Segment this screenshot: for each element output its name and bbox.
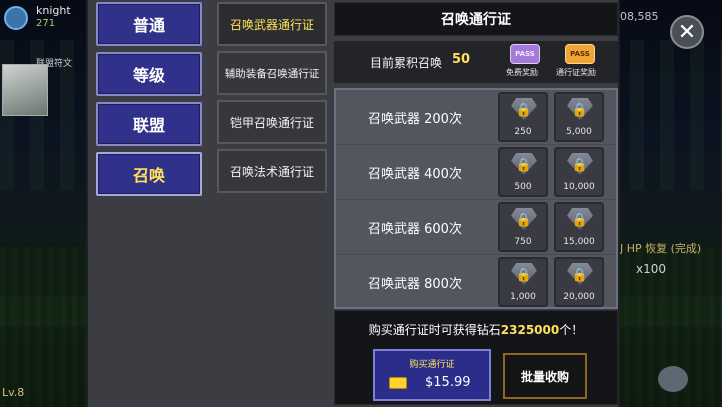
purchase-msg-suffix: 个！ bbox=[559, 323, 584, 337]
category-alliance[interactable]: 联盟 bbox=[96, 102, 202, 146]
milestone-label: 召唤武器 600次 bbox=[368, 222, 462, 237]
free-reward-slot[interactable]: 🔒 250 bbox=[498, 92, 548, 142]
pass-reward-slot[interactable]: 🔒 15,000 bbox=[554, 202, 604, 252]
paid-pass-icon: PASS bbox=[565, 44, 595, 64]
lock-icon: 🔒 bbox=[515, 267, 533, 283]
lock-icon: 🔒 bbox=[515, 212, 533, 228]
category-list: 普通 等级 联盟 召唤 bbox=[96, 2, 204, 202]
buy-pass-button[interactable]: 购买通行证 $15.99 bbox=[373, 349, 491, 401]
sub-armor-summon-pass[interactable]: 铠甲召唤通行证 bbox=[217, 100, 327, 144]
pass-reward-slot[interactable]: 🔒 20,000 bbox=[554, 257, 604, 307]
free-pass-icon: PASS bbox=[510, 44, 540, 64]
reward-row: 召唤武器 800次 🔒 1,000 🔒 20,000 bbox=[336, 255, 616, 307]
chat-icon[interactable] bbox=[658, 366, 688, 392]
purchase-section: 购买通行证时可获得钻石2325000个！ 购买通行证 $15.99 批量收购 bbox=[334, 310, 618, 405]
milestone-label: 召唤武器 200次 bbox=[368, 112, 462, 127]
summary-value: 50 bbox=[452, 52, 471, 67]
free-reward-slot[interactable]: 🔒 500 bbox=[498, 147, 548, 197]
purchase-msg-prefix: 购买通行证时可获得钻石 bbox=[368, 323, 501, 337]
player-name: knight bbox=[36, 4, 71, 17]
purchase-diamond-amount: 2325000 bbox=[500, 323, 560, 337]
sub-weapon-summon-pass[interactable]: 召唤武器通行证 bbox=[217, 2, 327, 46]
sub-accessory-summon-pass[interactable]: 辅助装备召唤通行证 bbox=[217, 51, 327, 95]
free-reward-slot[interactable]: 🔒 750 bbox=[498, 202, 548, 252]
reward-amount: 15,000 bbox=[563, 237, 595, 247]
player-avatar bbox=[4, 6, 28, 30]
character-portrait bbox=[2, 64, 48, 116]
milestone-label: 召唤武器 800次 bbox=[368, 277, 462, 292]
detail-title: 召唤通行证 bbox=[334, 2, 618, 36]
reward-row: 召唤武器 600次 🔒 750 🔒 15,000 bbox=[336, 200, 616, 255]
reward-row: 召唤武器 200次 🔒 250 🔒 5,000 bbox=[336, 90, 616, 145]
category-summon[interactable]: 召唤 bbox=[96, 152, 202, 196]
gold-counter: 08,585 bbox=[620, 10, 659, 23]
summon-summary: 目前累积召唤 50 PASS 免费奖励 PASS 通行证奖励 bbox=[334, 41, 618, 83]
lock-icon: 🔒 bbox=[515, 157, 533, 173]
lock-icon: 🔒 bbox=[515, 102, 533, 118]
gem-count: x100 bbox=[636, 262, 667, 276]
sub-spell-summon-pass[interactable]: 召唤法术通行证 bbox=[217, 149, 327, 193]
bulk-claim-button[interactable]: 批量收购 bbox=[503, 353, 587, 399]
pass-reward-slot[interactable]: 🔒 10,000 bbox=[554, 147, 604, 197]
reward-amount: 1,000 bbox=[510, 292, 536, 302]
reward-amount: 250 bbox=[514, 127, 532, 137]
lock-icon: 🔒 bbox=[571, 267, 589, 283]
category-normal[interactable]: 普通 bbox=[96, 2, 202, 46]
reward-amount: 500 bbox=[514, 182, 532, 192]
gold-bar-icon bbox=[389, 377, 407, 389]
buy-pass-title: 购买通行证 bbox=[409, 360, 455, 370]
pass-panel: 普通 等级 联盟 召唤 召唤武器通行证 辅助装备召唤通行证 铠甲召唤通行证 召唤… bbox=[86, 0, 620, 407]
lock-icon: 🔒 bbox=[571, 212, 589, 228]
reward-row: 召唤武器 400次 🔒 500 🔒 10,000 bbox=[336, 145, 616, 200]
buy-pass-price: $15.99 bbox=[425, 375, 471, 390]
purchase-message: 购买通行证时可获得钻石2325000个！ bbox=[335, 321, 617, 338]
free-reward-label: 免费奖励 bbox=[506, 68, 538, 77]
close-button[interactable]: ✕ bbox=[670, 15, 704, 49]
free-reward-slot[interactable]: 🔒 1,000 bbox=[498, 257, 548, 307]
pass-detail: 召唤通行证 目前累积召唤 50 PASS 免费奖励 PASS 通行证奖励 召唤武… bbox=[334, 2, 618, 405]
reward-list[interactable]: 召唤武器 200次 🔒 250 🔒 5,000 召唤武器 400次 🔒 500 … bbox=[334, 88, 618, 309]
reward-amount: 750 bbox=[514, 237, 532, 247]
summary-label: 目前累积召唤 bbox=[370, 56, 443, 70]
bottom-level: Lv.8 bbox=[2, 386, 25, 399]
pass-reward-slot[interactable]: 🔒 5,000 bbox=[554, 92, 604, 142]
player-stat: 271 bbox=[36, 18, 56, 29]
milestone-label: 召唤武器 400次 bbox=[368, 167, 462, 182]
reward-amount: 20,000 bbox=[563, 292, 595, 302]
subcategory-list: 召唤武器通行证 辅助装备召唤通行证 铠甲召唤通行证 召唤法术通行证 bbox=[217, 2, 327, 198]
reward-amount: 5,000 bbox=[566, 127, 592, 137]
reward-amount: 10,000 bbox=[563, 182, 595, 192]
lock-icon: 🔒 bbox=[571, 157, 589, 173]
hp-quest-info: J HP 恢复 (完成) bbox=[620, 242, 702, 255]
player-info: knight 271 bbox=[0, 0, 90, 36]
category-level[interactable]: 等级 bbox=[96, 52, 202, 96]
pass-reward-label: 通行证奖励 bbox=[556, 68, 596, 77]
lock-icon: 🔒 bbox=[571, 102, 589, 118]
